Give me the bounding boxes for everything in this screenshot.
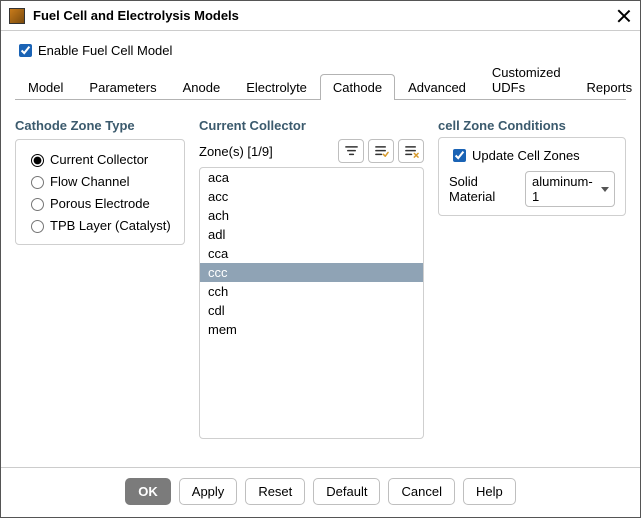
close-icon[interactable]: [616, 8, 632, 24]
zone-type-radio[interactable]: [31, 176, 44, 189]
update-cell-zones-checkbox[interactable]: Update Cell Zones: [449, 146, 615, 165]
content-area: Cathode Zone Type Current Collector Flow …: [15, 100, 626, 461]
tab-model[interactable]: Model: [15, 74, 76, 100]
current-collector-title: Current Collector: [199, 118, 424, 133]
zone-type-option-flow-channel[interactable]: Flow Channel: [26, 170, 174, 192]
help-button[interactable]: Help: [463, 478, 516, 505]
window-title: Fuel Cell and Electrolysis Models: [33, 8, 616, 23]
cathode-zone-type-group: Current Collector Flow Channel Porous Elec…: [15, 139, 185, 245]
zone-item-cdl[interactable]: cdl: [200, 301, 423, 320]
app-icon: [9, 8, 25, 24]
cathode-zone-type-title: Cathode Zone Type: [15, 118, 185, 133]
solid-material-select[interactable]: aluminum-1: [525, 171, 615, 207]
zone-item-mem[interactable]: mem: [200, 320, 423, 339]
cell-zone-conditions-title: cell Zone Conditions: [438, 118, 626, 133]
zone-item-adl[interactable]: adl: [200, 225, 423, 244]
enable-model-checkbox[interactable]: Enable Fuel Cell Model: [15, 41, 626, 60]
zone-item-aca[interactable]: aca: [200, 168, 423, 187]
zone-item-ccc[interactable]: ccc: [200, 263, 423, 282]
zone-item-acc[interactable]: acc: [200, 187, 423, 206]
current-collector-column: Current Collector Zone(s) [1/9] acaaccac…: [199, 118, 424, 461]
solid-material-label: Solid Material: [449, 174, 519, 204]
zones-header: Zone(s) [1/9]: [199, 139, 424, 163]
solid-material-value: aluminum-1: [532, 174, 593, 204]
tab-cathode[interactable]: Cathode: [320, 74, 395, 100]
zone-item-cca[interactable]: cca: [200, 244, 423, 263]
zones-listbox[interactable]: acaaccachadlccaccccchcdlmem: [199, 167, 424, 439]
zone-type-radio[interactable]: [31, 198, 44, 211]
dialog-body: Enable Fuel Cell Model ModelParametersAn…: [1, 31, 640, 467]
tab-anode[interactable]: Anode: [170, 74, 234, 100]
tab-advanced[interactable]: Advanced: [395, 74, 479, 100]
zone-item-cch[interactable]: cch: [200, 282, 423, 301]
select-all-icon[interactable]: [368, 139, 394, 163]
dialog-window: Fuel Cell and Electrolysis Models Enable…: [0, 0, 641, 518]
apply-button[interactable]: Apply: [179, 478, 238, 505]
zone-type-label: TPB Layer (Catalyst): [50, 218, 171, 233]
zone-type-option-porous-electrode[interactable]: Porous Electrode: [26, 192, 174, 214]
tab-strip: ModelParametersAnodeElectrolyteCathodeAd…: [15, 72, 626, 100]
zones-count-label: Zone(s) [1/9]: [199, 144, 334, 159]
cathode-zone-type-column: Cathode Zone Type Current Collector Flow …: [15, 118, 185, 461]
cancel-button[interactable]: Cancel: [388, 478, 454, 505]
solid-material-row: Solid Material aluminum-1: [449, 171, 615, 207]
zone-type-label: Flow Channel: [50, 174, 130, 189]
zone-type-option-current-collector[interactable]: Current Collector: [26, 148, 174, 170]
zone-type-label: Porous Electrode: [50, 196, 150, 211]
title-bar: Fuel Cell and Electrolysis Models: [1, 1, 640, 31]
tab-electrolyte[interactable]: Electrolyte: [233, 74, 320, 100]
update-cell-zones-input[interactable]: [453, 149, 466, 162]
filter-list-icon[interactable]: [338, 139, 364, 163]
tab-reports[interactable]: Reports: [574, 74, 641, 100]
dialog-footer: OK Apply Reset Default Cancel Help: [1, 467, 640, 517]
default-button[interactable]: Default: [313, 478, 380, 505]
zone-type-radio[interactable]: [31, 220, 44, 233]
ok-button[interactable]: OK: [125, 478, 171, 505]
enable-model-label: Enable Fuel Cell Model: [38, 43, 172, 58]
cell-zone-conditions-group: Update Cell Zones Solid Material aluminu…: [438, 137, 626, 216]
deselect-all-icon[interactable]: [398, 139, 424, 163]
cell-zone-conditions-column: cell Zone Conditions Update Cell Zones S…: [438, 118, 626, 461]
zone-type-radio[interactable]: [31, 154, 44, 167]
zone-type-label: Current Collector: [50, 152, 148, 167]
reset-button[interactable]: Reset: [245, 478, 305, 505]
tab-customized-udfs[interactable]: Customized UDFs: [479, 59, 574, 100]
tab-parameters[interactable]: Parameters: [76, 74, 169, 100]
enable-model-input[interactable]: [19, 44, 32, 57]
update-cell-zones-label: Update Cell Zones: [472, 148, 580, 163]
zone-item-ach[interactable]: ach: [200, 206, 423, 225]
zone-type-option-tpb-layer-catalyst-[interactable]: TPB Layer (Catalyst): [26, 214, 174, 236]
